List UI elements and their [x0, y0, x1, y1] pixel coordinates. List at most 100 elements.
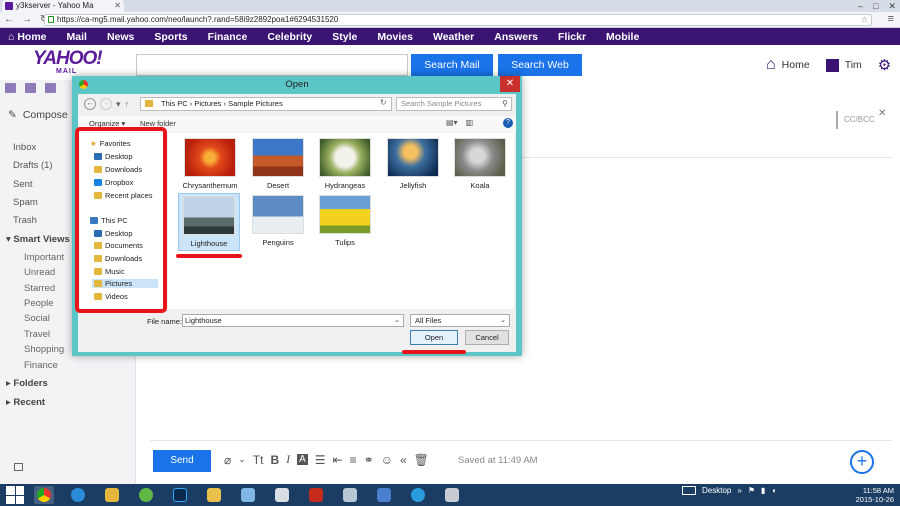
dialog-search-input[interactable]: Search Sample Pictures ⚲	[396, 97, 512, 111]
taskbar-app[interactable]	[340, 486, 360, 504]
nav-mail[interactable]: Mail	[57, 31, 97, 43]
home-link[interactable]: Home	[782, 59, 810, 71]
bullet-list-icon[interactable]: ☰	[315, 453, 326, 467]
forward-icon[interactable]: →	[100, 98, 112, 110]
smart-view-social[interactable]: Social	[24, 313, 50, 324]
indent-icon[interactable]: ⇤	[333, 453, 343, 467]
flag-icon[interactable]: ⚑	[748, 486, 755, 495]
file-item[interactable]: Chrysanthemum	[179, 138, 241, 190]
nav-movies[interactable]: Movies	[367, 31, 423, 43]
file-item[interactable]: Koala	[449, 138, 511, 190]
file-item-selected[interactable]: Lighthouse	[178, 193, 240, 251]
mail-icon[interactable]	[5, 83, 16, 93]
nav-home[interactable]: ⌂ Home	[0, 31, 57, 43]
file-item[interactable]: Penguins	[247, 195, 309, 247]
smart-views-header[interactable]: ▾ Smart Views	[6, 234, 70, 245]
taskbar-app[interactable]	[374, 486, 394, 504]
dialog-close-button[interactable]: ✕	[500, 76, 520, 92]
nav-flickr[interactable]: Flickr	[548, 31, 596, 43]
compose-button[interactable]: ✎ Compose	[8, 109, 68, 121]
smart-view-unread[interactable]: Unread	[24, 267, 55, 278]
taskbar-app[interactable]	[272, 486, 292, 504]
up-icon[interactable]: ↑	[125, 99, 130, 109]
file-item[interactable]: Hydrangeas	[314, 138, 376, 190]
close-tab-icon[interactable]: ✕	[114, 0, 121, 12]
home-icon[interactable]: ⌂	[766, 56, 776, 74]
file-item[interactable]: Tulips	[314, 195, 376, 247]
taskbar-app[interactable]	[442, 486, 462, 504]
text-color-icon[interactable]: A	[297, 454, 308, 465]
sidebar-item-sent[interactable]: Sent	[13, 179, 33, 190]
open-button[interactable]: Open	[410, 330, 458, 345]
search-web-button[interactable]: Search Web	[498, 54, 582, 76]
image-icon[interactable]	[14, 463, 23, 471]
link-icon[interactable]: ⚭	[364, 453, 374, 467]
preview-pane-icon[interactable]: ▥	[466, 118, 474, 127]
back-icon[interactable]: ←	[84, 98, 96, 110]
nav-style[interactable]: Style	[322, 31, 367, 43]
sidebar-item-drafts[interactable]: Drafts (1)	[13, 160, 53, 171]
nav-sports[interactable]: Sports	[144, 31, 197, 43]
file-item[interactable]: Desert	[247, 138, 309, 190]
view-mode-icon[interactable]: ▤▾	[446, 118, 458, 127]
taskbar-chrome[interactable]	[34, 486, 54, 504]
bold-icon[interactable]: B	[270, 453, 279, 467]
send-button[interactable]: Send	[153, 450, 211, 472]
recent-header[interactable]: ▸ Recent	[6, 397, 45, 408]
smart-view-starred[interactable]: Starred	[24, 283, 55, 294]
search-input[interactable]	[136, 54, 408, 76]
nav-answers[interactable]: Answers	[484, 31, 548, 43]
smart-view-finance[interactable]: Finance	[24, 360, 58, 371]
folders-header[interactable]: ▸ Folders	[6, 378, 48, 389]
text-size-icon[interactable]: Tt	[253, 453, 264, 467]
calendar-icon[interactable]	[45, 83, 56, 93]
taskbar-app[interactable]	[204, 486, 224, 504]
sidebar-item-spam[interactable]: Spam	[13, 197, 38, 208]
plain-text-icon[interactable]: «	[400, 453, 407, 467]
network-icon[interactable]: ▮	[761, 486, 765, 495]
emoji-icon[interactable]: ☺	[381, 453, 393, 467]
chevron-up-icon[interactable]: »	[737, 486, 741, 495]
close-window-icon[interactable]: ✕	[888, 0, 896, 12]
smart-view-people[interactable]: People	[24, 298, 54, 309]
bookmark-star-icon[interactable]: ☆	[861, 15, 868, 25]
nav-mobile[interactable]: Mobile	[596, 31, 649, 43]
volume-icon[interactable]: ◖	[771, 486, 776, 495]
smart-view-shopping[interactable]: Shopping	[24, 344, 64, 355]
nav-celebrity[interactable]: Celebrity	[257, 31, 322, 43]
back-icon[interactable]: ←	[4, 13, 14, 27]
close-icon[interactable]: ✕	[878, 108, 886, 119]
refresh-icon[interactable]: ↻	[380, 98, 387, 107]
taskbar-app[interactable]	[136, 486, 156, 504]
clock[interactable]: 11:58 AM 2015-10-26	[852, 486, 894, 504]
taskbar-app[interactable]	[408, 486, 428, 504]
add-icon[interactable]: +	[850, 450, 874, 474]
nav-weather[interactable]: Weather	[423, 31, 484, 43]
maximize-icon[interactable]: □	[873, 0, 878, 12]
attach-icon[interactable]: ⌀	[224, 453, 231, 467]
chrome-menu-icon[interactable]: ≡	[888, 13, 894, 25]
trash-icon[interactable]: 🗑	[414, 453, 429, 467]
user-avatar-icon[interactable]	[825, 58, 839, 72]
taskbar-photoshop[interactable]	[170, 486, 190, 504]
forward-icon[interactable]: →	[22, 13, 32, 27]
help-icon[interactable]: ?	[503, 118, 513, 128]
italic-icon[interactable]: I	[286, 452, 290, 467]
sidebar-item-trash[interactable]: Trash	[13, 215, 37, 226]
dialog-breadcrumb[interactable]: This PC › Pictures › Sample Pictures	[140, 97, 392, 111]
chevron-down-icon[interactable]: ⌄	[238, 454, 246, 465]
align-icon[interactable]: ≡	[350, 453, 357, 467]
taskbar-filezilla[interactable]	[306, 486, 326, 504]
cc-bcc-button[interactable]: CC/BCC	[836, 111, 880, 129]
file-type-select[interactable]: All Files ⌄	[410, 314, 510, 327]
search-mail-button[interactable]: Search Mail	[411, 54, 493, 76]
browser-tab[interactable]: y3kserver - Yahoo Ma ✕	[2, 0, 124, 12]
contacts-icon[interactable]	[25, 83, 36, 93]
nav-finance[interactable]: Finance	[198, 31, 258, 43]
taskbar-ie[interactable]	[68, 486, 88, 504]
user-name[interactable]: Tim	[845, 59, 862, 71]
taskbar-explorer[interactable]	[102, 486, 122, 504]
desktop-toolbar-label[interactable]: Desktop	[702, 486, 731, 495]
cancel-button[interactable]: Cancel	[465, 330, 509, 345]
taskbar-app[interactable]	[238, 486, 258, 504]
